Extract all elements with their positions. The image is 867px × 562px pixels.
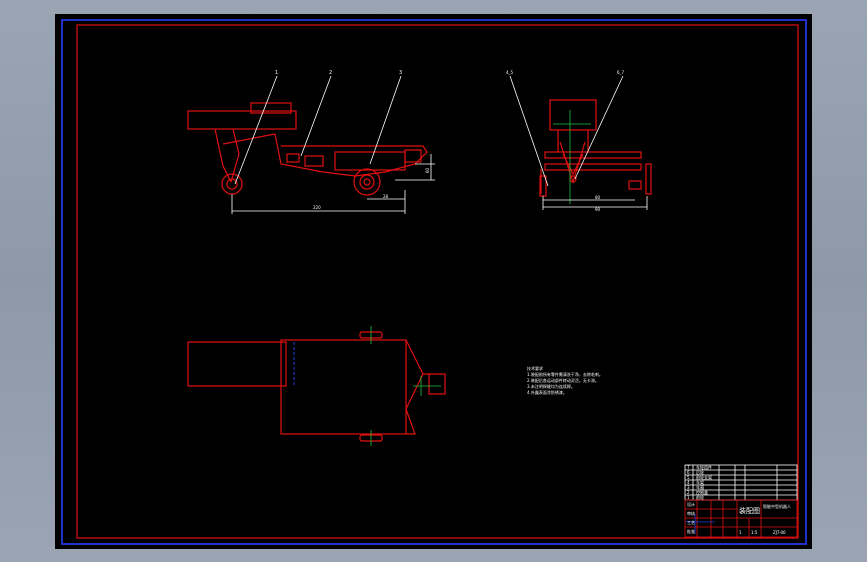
- front-view: [539, 99, 652, 197]
- drawing-number: ZJT-00: [773, 530, 786, 535]
- note-line-0: 技术要求: [527, 365, 543, 371]
- scale-value: 1:5: [751, 530, 758, 535]
- side-view: [187, 102, 428, 196]
- part-name-6: 前轮: [696, 494, 704, 500]
- sign-label-1: 审核: [687, 510, 695, 516]
- leader-label-1: 1: [275, 70, 278, 76]
- leader-label-2: 2: [329, 70, 332, 76]
- note-line-2: 2.装配后各运动部件转动灵活，无卡滞。: [527, 377, 599, 383]
- dim-side-height: 60: [425, 167, 430, 173]
- sign-label-0: 设计: [687, 501, 695, 507]
- project-name: 智能中型机器人: [763, 503, 791, 509]
- front-dimensions: [509, 75, 648, 210]
- leader-label-6-7: 6_7: [617, 70, 625, 75]
- side-dimensions: [231, 75, 435, 214]
- dim-front-a: 80: [595, 195, 601, 200]
- technical-notes: 技术要求 1.装配前所有零件需清洗干净，去除毛刺。 2.装配后各运动部件转动灵活…: [527, 365, 603, 395]
- top-view: [187, 331, 446, 442]
- front-leader-labels: 4_5 6_7 80 90: [506, 70, 625, 212]
- note-line-1: 1.装配前所有零件需清洗干净，去除毛刺。: [527, 371, 603, 377]
- sheet-number: 1: [739, 530, 742, 535]
- cad-viewport[interactable]: 1 2 3 220 28 60 4_5 6_7 80 90 技术要求 1.装配前…: [55, 14, 812, 549]
- leader-label-3: 3: [399, 70, 402, 76]
- part-no-6: 1: [687, 495, 690, 500]
- sign-label-3: 批准: [687, 528, 695, 534]
- dim-side-offset: 28: [383, 194, 389, 199]
- dim-side-length: 220: [313, 205, 321, 210]
- leader-label-4-5: 4_5: [506, 70, 514, 75]
- note-line-3: 3.未注明焊缝均为连续焊。: [527, 383, 575, 389]
- drawing-title: 装配图: [739, 506, 760, 515]
- sheet-inner-frame: [76, 24, 799, 539]
- side-leader-labels: 1 2 3 220 28 60: [275, 70, 430, 210]
- dim-front-b: 90: [595, 207, 601, 212]
- note-line-4: 4.外露表面涂防锈漆。: [527, 389, 567, 395]
- sign-label-2: 工艺: [687, 520, 695, 525]
